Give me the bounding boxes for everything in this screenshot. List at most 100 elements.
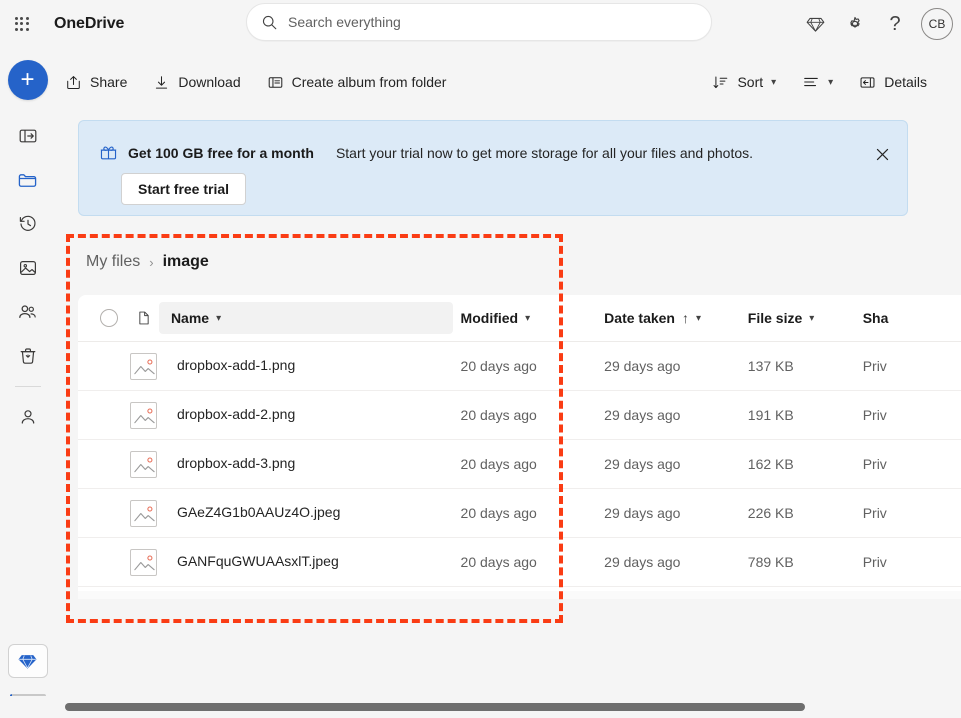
row-name-cell[interactable]: GANFquGWUAAsxlT.jpeg: [159, 553, 461, 571]
search-input[interactable]: [288, 14, 697, 30]
help-icon: ?: [889, 12, 901, 35]
command-bar: Share Download Create album from folder: [55, 56, 961, 108]
row-modified: 20 days ago: [460, 505, 537, 521]
waffle-icon: [14, 16, 30, 32]
breadcrumb-current-folder[interactable]: image: [163, 253, 209, 271]
image-file-icon: [130, 450, 158, 478]
share-button[interactable]: Share: [55, 66, 137, 98]
sidebar-item-recycle-bin[interactable]: [8, 336, 48, 376]
row-modified: 20 days ago: [460, 358, 537, 374]
share-icon: [67, 75, 80, 89]
row-name-cell[interactable]: dropbox-add-1.png: [159, 357, 461, 375]
row-sharing: Priv: [862, 456, 887, 472]
sidebar-item-photos[interactable]: [8, 248, 48, 288]
row-thumbnail[interactable]: [128, 401, 159, 429]
table-row[interactable]: GANFquGWUAAsxlT.jpeg 20 days ago 29 days…: [78, 538, 961, 587]
history-icon: [19, 215, 36, 231]
row-date-taken: 29 days ago: [604, 505, 681, 521]
gear-icon: [850, 16, 860, 28]
view-options-button[interactable]: ▾: [792, 66, 843, 98]
chevron-down-icon: ▾: [216, 312, 222, 324]
column-header-sharing[interactable]: Sha: [863, 302, 961, 334]
sort-button[interactable]: Sort ▾: [702, 66, 786, 98]
photos-icon: [19, 260, 36, 276]
album-icon: [268, 76, 282, 88]
avatar-initials: CB: [928, 17, 946, 31]
share-label: Share: [90, 74, 128, 90]
row-thumbnail[interactable]: [128, 499, 159, 527]
row-file-name: dropbox-add-2.png: [176, 406, 296, 422]
row-name-cell[interactable]: dropbox-add-2.png: [159, 406, 461, 424]
column-header-modified[interactable]: Modified ▾: [461, 302, 605, 334]
row-thumbnail[interactable]: [128, 450, 159, 478]
column-date-taken-text: Date taken: [604, 310, 675, 326]
row-name-cell[interactable]: dropbox-add-3.png: [159, 455, 461, 473]
avatar[interactable]: CB: [921, 8, 953, 40]
details-panel-icon: [860, 76, 875, 88]
table-row[interactable]: dropbox-add-2.png 20 days ago 29 days ag…: [78, 391, 961, 440]
premium-upsell-button[interactable]: [7, 644, 48, 678]
column-modified-text: Modified: [460, 310, 519, 326]
row-thumbnail[interactable]: [128, 548, 159, 576]
details-label: Details: [884, 74, 927, 90]
download-icon: [156, 75, 168, 89]
select-all-checkbox[interactable]: [100, 309, 119, 327]
table-row[interactable]: GAeZ4G1b0AAUz4O.jpeg 20 days ago 29 days…: [78, 489, 961, 538]
download-button[interactable]: Download: [143, 66, 250, 98]
sidebar-item-browse-by-person[interactable]: [8, 397, 48, 437]
download-label: Download: [178, 74, 241, 90]
settings-button[interactable]: [835, 4, 875, 44]
close-banner-button[interactable]: [867, 139, 897, 169]
column-header-file-size[interactable]: File size ▾: [748, 302, 863, 334]
sidebar-item-my-files[interactable]: [8, 160, 48, 200]
row-modified: 20 days ago: [460, 554, 537, 570]
sidebar-item-recent[interactable]: [8, 204, 48, 244]
diamond-icon: [18, 654, 37, 669]
new-button[interactable]: [7, 60, 48, 100]
file-list: Name ▾ Modified ▾ Date taken ↑ ▾ File si…: [78, 295, 961, 591]
breadcrumb-my-files[interactable]: My files: [86, 253, 140, 271]
file-type-column-header[interactable]: [128, 310, 159, 326]
row-name-cell[interactable]: GAeZ4G1b0AAUz4O.jpeg: [159, 504, 461, 522]
file-list-body: dropbox-add-1.png 20 days ago 29 days ag…: [78, 342, 961, 587]
row-file-size: 191 KB: [747, 407, 794, 423]
table-row[interactable]: dropbox-add-3.png 20 days ago 29 days ag…: [78, 440, 961, 489]
chevron-down-icon: ▾: [525, 312, 531, 324]
table-row[interactable]: dropbox-add-1.png 20 days ago 29 days ag…: [78, 342, 961, 391]
diamond-icon: [806, 17, 824, 32]
brand-onedrive[interactable]: OneDrive: [54, 15, 124, 33]
chevron-down-icon: ▾: [828, 76, 834, 88]
file-list-footer: [78, 591, 961, 599]
row-file-name: dropbox-add-3.png: [176, 455, 296, 471]
suite-header-actions: ? CB: [795, 0, 953, 48]
help-button[interactable]: ?: [875, 4, 915, 44]
sidebar-item-expand-navigation[interactable]: [8, 116, 48, 156]
premium-diamond-button[interactable]: [795, 4, 835, 44]
sort-label: Sort: [737, 74, 764, 90]
search-box[interactable]: [246, 3, 712, 41]
row-sharing: Priv: [862, 358, 887, 374]
breadcrumb: My files › image: [86, 253, 209, 271]
horizontal-scrollbar[interactable]: [0, 696, 961, 718]
rail-divider: [14, 386, 41, 387]
row-thumbnail[interactable]: [128, 352, 159, 380]
search-icon: [262, 15, 277, 29]
image-file-icon: [134, 505, 155, 521]
horizontal-scrollbar-thumb[interactable]: [65, 703, 805, 711]
details-button[interactable]: Details: [849, 66, 937, 98]
column-header-date-taken[interactable]: Date taken ↑ ▾: [604, 302, 748, 334]
sidebar-item-shared[interactable]: [8, 292, 48, 332]
create-album-button[interactable]: Create album from folder: [257, 66, 457, 98]
column-file-size-text: File size: [747, 310, 803, 326]
image-file-icon: [134, 358, 155, 374]
column-header-name[interactable]: Name ▾: [158, 302, 461, 334]
image-file-icon: [130, 499, 158, 527]
chevron-down-icon: ▾: [809, 312, 815, 324]
app-launcher-button[interactable]: [2, 4, 42, 44]
start-free-trial-button[interactable]: Start free trial: [121, 173, 247, 205]
list-view-icon: [804, 77, 819, 87]
row-modified: 20 days ago: [460, 407, 537, 423]
row-date-taken: 29 days ago: [604, 456, 681, 472]
row-file-size: 226 KB: [747, 505, 794, 521]
sort-ascending-icon: ↑: [681, 310, 689, 326]
